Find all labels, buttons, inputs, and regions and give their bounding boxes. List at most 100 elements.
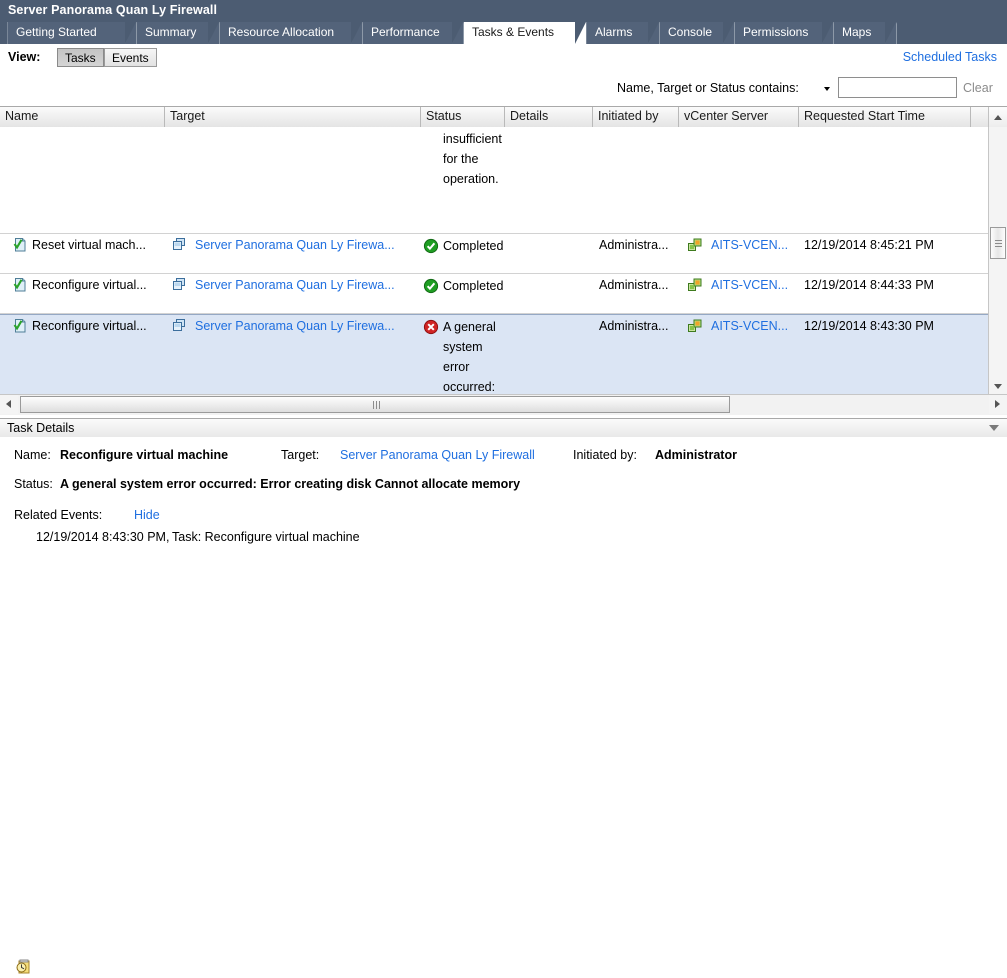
clear-filter-link[interactable]: Clear bbox=[963, 81, 993, 95]
scroll-down-button[interactable] bbox=[989, 377, 1007, 395]
tab-label: Getting Started bbox=[16, 25, 97, 39]
cell-start-time: 12/19/2014 8:44:33 PM bbox=[804, 278, 934, 292]
related-event-text: Task: Reconfigure virtual machine bbox=[172, 530, 360, 544]
tab-label: Console bbox=[668, 25, 713, 39]
scheduled-tasks-link[interactable]: Scheduled Tasks bbox=[903, 50, 997, 64]
cell-status: A general system error occurred: bbox=[443, 320, 496, 394]
search-input[interactable] bbox=[838, 77, 957, 98]
chevron-down-icon[interactable] bbox=[824, 87, 830, 91]
column-header-initiated-by[interactable]: Initiated by bbox=[593, 107, 679, 127]
cell-task-name: Reconfigure virtual... bbox=[32, 278, 147, 292]
cell-target-link[interactable]: Server Panorama Quan Ly Firewa... bbox=[195, 278, 421, 292]
task-completed-icon bbox=[12, 318, 28, 337]
cell-start-time: 12/19/2014 8:45:21 PM bbox=[804, 238, 934, 252]
filter-label: Name, Target or Status contains: bbox=[617, 81, 799, 95]
tab-slant bbox=[351, 22, 362, 44]
filter-toolbar: Name, Target or Status contains: Clear bbox=[0, 72, 1007, 106]
table-header-row: Requested Start Time vCenter Server Initia… bbox=[0, 107, 1007, 128]
column-header-requested-start-time[interactable]: Requested Start Time bbox=[799, 107, 971, 127]
tab-alarms[interactable]: Alarms bbox=[586, 22, 660, 44]
tab-label: Alarms bbox=[595, 25, 633, 39]
scroll-left-button[interactable] bbox=[0, 395, 18, 414]
tab-label: Tasks & Events bbox=[472, 25, 555, 39]
virtual-machine-icon bbox=[171, 277, 187, 296]
related-event-timestamp: 12/19/2014 8:43:30 PM, bbox=[36, 530, 170, 544]
task-completed-icon bbox=[12, 237, 28, 256]
scroll-up-button[interactable] bbox=[988, 107, 1007, 127]
table-row[interactable]: Reconfigure virtual... Server Panorama Qu… bbox=[0, 314, 989, 395]
tab-slant bbox=[125, 22, 136, 44]
event-icon bbox=[15, 959, 31, 978]
cell-status: Completed bbox=[443, 279, 503, 293]
tab-slant bbox=[208, 22, 219, 44]
tab-tasks-events[interactable]: Tasks & Events bbox=[463, 22, 587, 44]
virtual-machine-icon bbox=[171, 318, 187, 337]
column-header-vcenter-server[interactable]: vCenter Server bbox=[679, 107, 799, 127]
cell-vcenter-link[interactable]: AITS-VCEN... bbox=[711, 319, 797, 333]
cell-task-name: Reconfigure virtual... bbox=[32, 319, 147, 333]
table-row[interactable]: resource pool are insufficient for the o… bbox=[0, 127, 989, 234]
cell-vcenter-link[interactable]: AITS-VCEN... bbox=[711, 238, 797, 252]
vcenter-server-icon bbox=[687, 237, 703, 256]
hide-related-events-link[interactable]: Hide bbox=[134, 508, 160, 522]
cell-start-time: 12/19/2014 8:43:30 PM bbox=[804, 319, 934, 333]
vcenter-server-icon bbox=[687, 277, 703, 296]
column-header-status[interactable]: Status bbox=[421, 107, 505, 127]
cell-status: Completed bbox=[443, 239, 503, 253]
detail-initiated-value: Administrator bbox=[655, 448, 737, 462]
column-header-details[interactable]: Details bbox=[505, 107, 593, 127]
task-details-body: Name: Reconfigure virtual machine Target… bbox=[0, 437, 1007, 974]
table-row[interactable]: Reset virtual mach... Server Panorama Qua… bbox=[0, 234, 989, 274]
related-events-label: Related Events: bbox=[14, 508, 103, 522]
detail-status-label: Status: bbox=[14, 477, 53, 491]
scroll-right-button[interactable] bbox=[989, 395, 1007, 414]
tab-summary[interactable]: Summary bbox=[136, 22, 220, 44]
tab-console[interactable]: Console bbox=[659, 22, 735, 44]
cell-status: resource pool are insufficient for the o… bbox=[443, 132, 502, 186]
tab-maps[interactable]: Maps bbox=[833, 22, 897, 44]
status-success-icon bbox=[423, 238, 439, 257]
detail-name-value: Reconfigure virtual machine bbox=[60, 448, 229, 462]
table-row[interactable]: Reconfigure virtual... Server Panorama Qu… bbox=[0, 274, 989, 314]
tab-resource-allocation[interactable]: Resource Allocation bbox=[219, 22, 363, 44]
view-toolbar: View: Tasks Events Scheduled Tasks bbox=[0, 44, 1007, 73]
task-details-title: Task Details bbox=[7, 421, 75, 435]
cell-vcenter-link[interactable]: AITS-VCEN... bbox=[711, 278, 797, 292]
tab-slant bbox=[822, 22, 833, 44]
cell-initiated-by: Administra... bbox=[599, 238, 669, 252]
horizontal-scrollbar-thumb[interactable] bbox=[20, 396, 730, 413]
detail-target-label: Target: bbox=[281, 448, 320, 462]
cell-initiated-by: Administra... bbox=[599, 278, 669, 292]
cell-target-link[interactable]: Server Panorama Quan Ly Firewa... bbox=[195, 319, 421, 333]
tab-slant bbox=[723, 22, 734, 44]
tab-slant bbox=[885, 22, 896, 44]
cell-initiated-by: Administra... bbox=[599, 319, 669, 333]
tab-slant bbox=[575, 22, 586, 44]
page-title: Server Panorama Quan Ly Firewall bbox=[8, 3, 218, 17]
tab-slant bbox=[648, 22, 659, 44]
detail-initiated-label: Initiated by: bbox=[573, 448, 637, 462]
vertical-scrollbar-thumb[interactable] bbox=[990, 227, 1006, 259]
status-success-icon bbox=[423, 278, 439, 297]
task-details-header[interactable]: Task Details bbox=[0, 418, 1007, 438]
tab-getting-started[interactable]: Getting Started bbox=[7, 22, 137, 44]
cell-task-name: Reset virtual mach... bbox=[32, 238, 146, 252]
horizontal-scrollbar[interactable] bbox=[0, 394, 1007, 415]
view-label: View: bbox=[8, 50, 41, 64]
table-body: resource pool are insufficient for the o… bbox=[0, 127, 989, 395]
column-header-name[interactable]: Name bbox=[0, 107, 165, 127]
tab-label: Summary bbox=[145, 25, 197, 39]
view-tasks-button[interactable]: Tasks bbox=[57, 48, 104, 67]
collapse-panel-icon[interactable] bbox=[989, 425, 999, 431]
tab-label: Resource Allocation bbox=[228, 25, 335, 39]
detail-target-link[interactable]: Server Panorama Quan Ly Firewall bbox=[340, 448, 535, 462]
tab-permissions[interactable]: Permissions bbox=[734, 22, 834, 44]
tab-performance[interactable]: Performance bbox=[362, 22, 464, 44]
tasks-table: Requested Start Time vCenter Server Initia… bbox=[0, 106, 1007, 415]
view-events-button[interactable]: Events bbox=[104, 48, 157, 67]
cell-target-link[interactable]: Server Panorama Quan Ly Firewa... bbox=[195, 238, 421, 252]
column-header-target[interactable]: Target bbox=[165, 107, 421, 127]
vertical-scrollbar[interactable] bbox=[988, 127, 1007, 395]
detail-status-value: A general system error occurred: Error c… bbox=[60, 477, 521, 491]
task-completed-icon bbox=[12, 277, 28, 296]
